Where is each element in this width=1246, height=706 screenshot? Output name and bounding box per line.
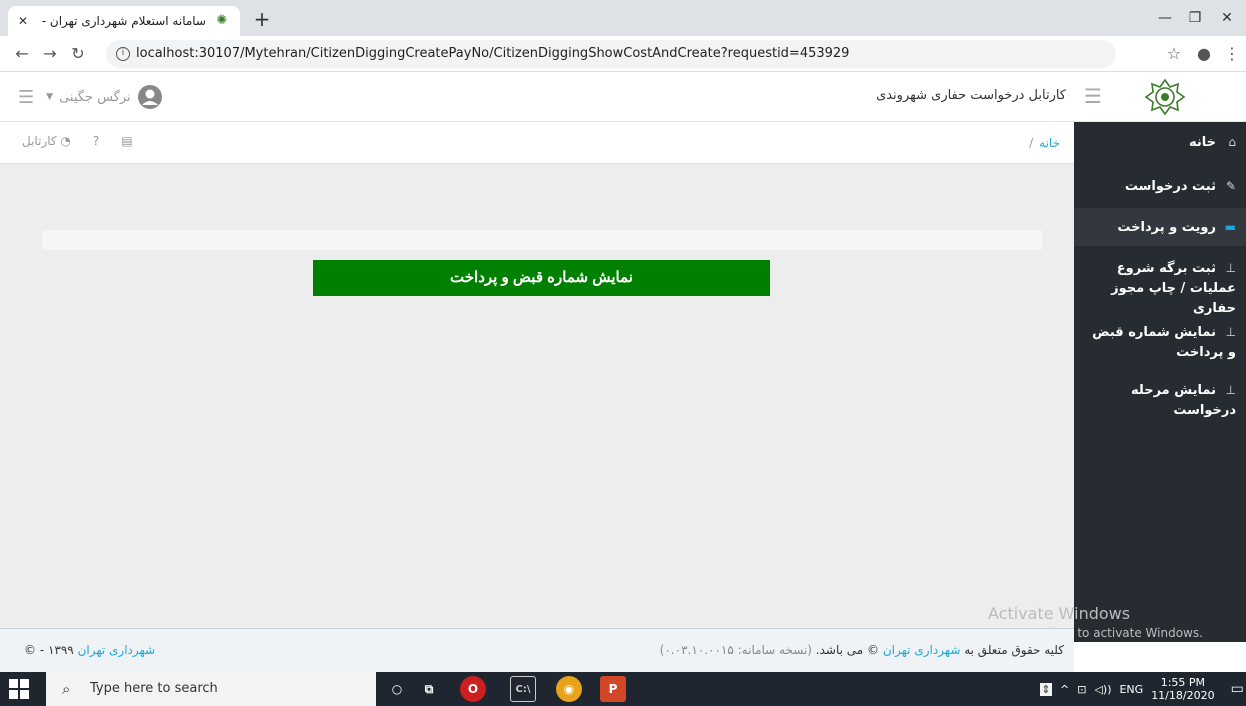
breadcrumb: خانه / <box>1029 136 1060 150</box>
hamburger-left-icon[interactable]: ☰ <box>18 87 34 108</box>
bookmark-star-icon[interactable]: ☆ <box>1162 42 1186 66</box>
minimize-button[interactable]: — <box>1150 6 1180 30</box>
help-icon[interactable]: ? <box>93 134 99 148</box>
browser-tabstrip: ✺ سامانه استعلام شهرداری تهران - ✕ + — ❐… <box>0 0 1246 36</box>
clock-time: 1:55 PM <box>1160 676 1206 689</box>
volume-icon[interactable]: ◁)) <box>1094 683 1111 696</box>
profile-icon[interactable]: ● <box>1192 42 1216 66</box>
sidebar: ⌂خانه ✎ثبت درخواست ▬رویت و پرداخت ⊥ثبت ب… <box>1074 122 1246 642</box>
footer-rights-prefix: کلیه حقوق متعلق به <box>964 643 1064 657</box>
edit-icon: ✎ <box>1225 179 1236 193</box>
forward-button[interactable]: → <box>38 42 62 66</box>
user-name: نرگس جگینی <box>59 89 131 105</box>
opera-icon[interactable]: O <box>460 676 486 702</box>
favicon-icon: ✺ <box>216 13 228 28</box>
speedometer-icon: ◔ <box>60 134 71 148</box>
url-text: localhost:30107/Mytehran/CitizenDiggingC… <box>136 46 850 61</box>
sidebar-item-bill[interactable]: ⊥نمایش شماره قبض و پرداخت <box>1074 322 1246 363</box>
content-panel-strip <box>42 230 1042 250</box>
sidebar-item-label: نمایش مرحله درخواست <box>1131 383 1236 418</box>
main-content: خانه / کارتابل ◔ ? ▤ نمایش شماره قبض و پر… <box>0 122 1074 628</box>
app-header: ☰ کارتابل درخواست حفاری شهروندی ☰ ▼ نرگس… <box>0 72 1246 122</box>
menu-dots-icon[interactable]: ⋮ <box>1220 42 1244 66</box>
info-icon[interactable]: i <box>116 46 130 61</box>
footer: © - ۱۳۹۹ شهرداری تهران کلیه حقوق متعلق ب… <box>0 628 1074 672</box>
footer-year: © - ۱۳۹۹ <box>24 643 74 657</box>
breadcrumb-separator: / <box>1029 136 1034 150</box>
kartabl-label: کارتابل <box>22 134 57 148</box>
avatar-icon <box>137 85 162 109</box>
sidebar-item-start-sheet[interactable]: ⊥ثبت برگه شروع عملیات / چاپ مجوز حفاری <box>1074 258 1246 319</box>
clock[interactable]: 1:55 PM 11/18/2020 <box>1151 676 1214 702</box>
footer-rights-suffix: © می باشد. <box>815 643 880 657</box>
breadcrumb-home[interactable]: خانه <box>1039 136 1060 150</box>
tab-title: سامانه استعلام شهرداری تهران - <box>41 14 206 28</box>
taskbar-search-input[interactable]: ⌕ Type here to search <box>46 672 376 706</box>
search-icon: ⌕ <box>62 680 71 698</box>
upload-icon: ⊥ <box>1225 383 1236 397</box>
footer-brand-link[interactable]: شهرداری تهران <box>78 643 156 657</box>
notification-icon[interactable]: ▭ <box>1231 681 1244 697</box>
sidebar-item-label: ثبت درخواست <box>1124 179 1216 194</box>
upload-icon: ⊥ <box>1225 325 1236 339</box>
footer-copyright: © - ۱۳۹۹ شهرداری تهران <box>24 643 155 657</box>
task-view-icon[interactable]: ⧉ <box>416 676 442 702</box>
reload-button[interactable]: ↻ <box>66 42 90 66</box>
restore-button[interactable]: ❐ <box>1180 6 1210 30</box>
home-icon: ⌂ <box>1228 135 1236 149</box>
activate-windows-title: Activate Windows <box>988 604 1131 623</box>
page-title: کارتابل درخواست حفاری شهروندی <box>876 88 1066 103</box>
sidebar-item-register[interactable]: ✎ ثبت درخواست <box>1074 176 1246 197</box>
kartabl-link[interactable]: کارتابل ◔ <box>22 134 71 148</box>
breadcrumb-actions: کارتابل ◔ ? ▤ <box>22 134 133 148</box>
scroll-arrows-icon[interactable]: ⇕ <box>1040 682 1052 696</box>
footer-rights: کلیه حقوق متعلق به شهرداری تهران © می با… <box>660 643 1064 657</box>
browser-tab[interactable]: ✺ سامانه استعلام شهرداری تهران - ✕ <box>8 6 240 36</box>
sidebar-item-status[interactable]: ⊥نمایش مرحله درخواست <box>1074 380 1246 421</box>
back-button[interactable]: ← <box>10 42 34 66</box>
language-indicator[interactable]: ENG <box>1119 683 1143 696</box>
windows-start-icon[interactable] <box>8 678 30 700</box>
tehran-municipality-logo <box>1144 78 1186 116</box>
breadcrumb-bar: خانه / کارتابل ◔ ? ▤ <box>0 122 1074 164</box>
sidebar-item-home[interactable]: ⌂ خانه <box>1074 132 1246 153</box>
windows-taskbar: ⌕ Type here to search ○ ⧉ O C:\ ◉ P ⇕ ^ … <box>0 672 1246 706</box>
chrome-icon[interactable]: ◉ <box>556 676 582 702</box>
powerpoint-icon[interactable]: P <box>600 676 626 702</box>
sidebar-item-label: رویت و پرداخت <box>1117 220 1216 235</box>
sidebar-item-view-pay[interactable]: ▬ رویت و پرداخت <box>1074 208 1246 246</box>
folder-icon: ▬ <box>1224 220 1236 234</box>
browser-toolbar: ← → ↻ i localhost:30107/Mytehran/CitizenD… <box>0 36 1246 72</box>
close-tab-icon[interactable]: ✕ <box>18 14 28 28</box>
message-icon[interactable]: ▤ <box>121 134 132 148</box>
address-bar[interactable]: i localhost:30107/Mytehran/CitizenDigging… <box>106 40 1116 68</box>
show-bill-payment-button[interactable]: نمایش شماره قبض و پرداخت <box>313 260 770 296</box>
chevron-up-icon[interactable]: ^ <box>1060 683 1069 696</box>
cortana-icon[interactable]: ○ <box>384 676 410 702</box>
sidebar-item-label: نمایش شماره قبض و پرداخت <box>1092 325 1236 360</box>
footer-rights-brand-link[interactable]: شهرداری تهران <box>883 643 961 657</box>
new-tab-button[interactable]: + <box>250 8 274 32</box>
hamburger-menu-icon[interactable]: ☰ <box>1084 84 1102 108</box>
sidebar-item-label: خانه <box>1188 135 1216 150</box>
user-menu[interactable]: ☰ ▼ نرگس جگینی <box>18 84 163 110</box>
sidebar-item-label: ثبت برگه شروع عملیات / چاپ مجوز حفاری <box>1111 261 1236 316</box>
close-window-button[interactable]: ✕ <box>1212 6 1242 30</box>
clock-date: 11/18/2020 <box>1151 689 1215 702</box>
search-placeholder: Type here to search <box>90 681 218 696</box>
upload-icon: ⊥ <box>1225 261 1236 275</box>
chevron-down-icon[interactable]: ▼ <box>46 92 53 102</box>
network-icon[interactable]: ⊡ <box>1077 683 1086 696</box>
cmd-icon[interactable]: C:\ <box>510 676 536 702</box>
footer-version: (نسخه سامانه: ۰.۰۳.۱۰.۰۰۱۵) <box>659 643 812 657</box>
system-tray: ⇕ ^ ⊡ ◁)) ENG 1:55 PM 11/18/2020 ▭ <box>1040 672 1244 706</box>
